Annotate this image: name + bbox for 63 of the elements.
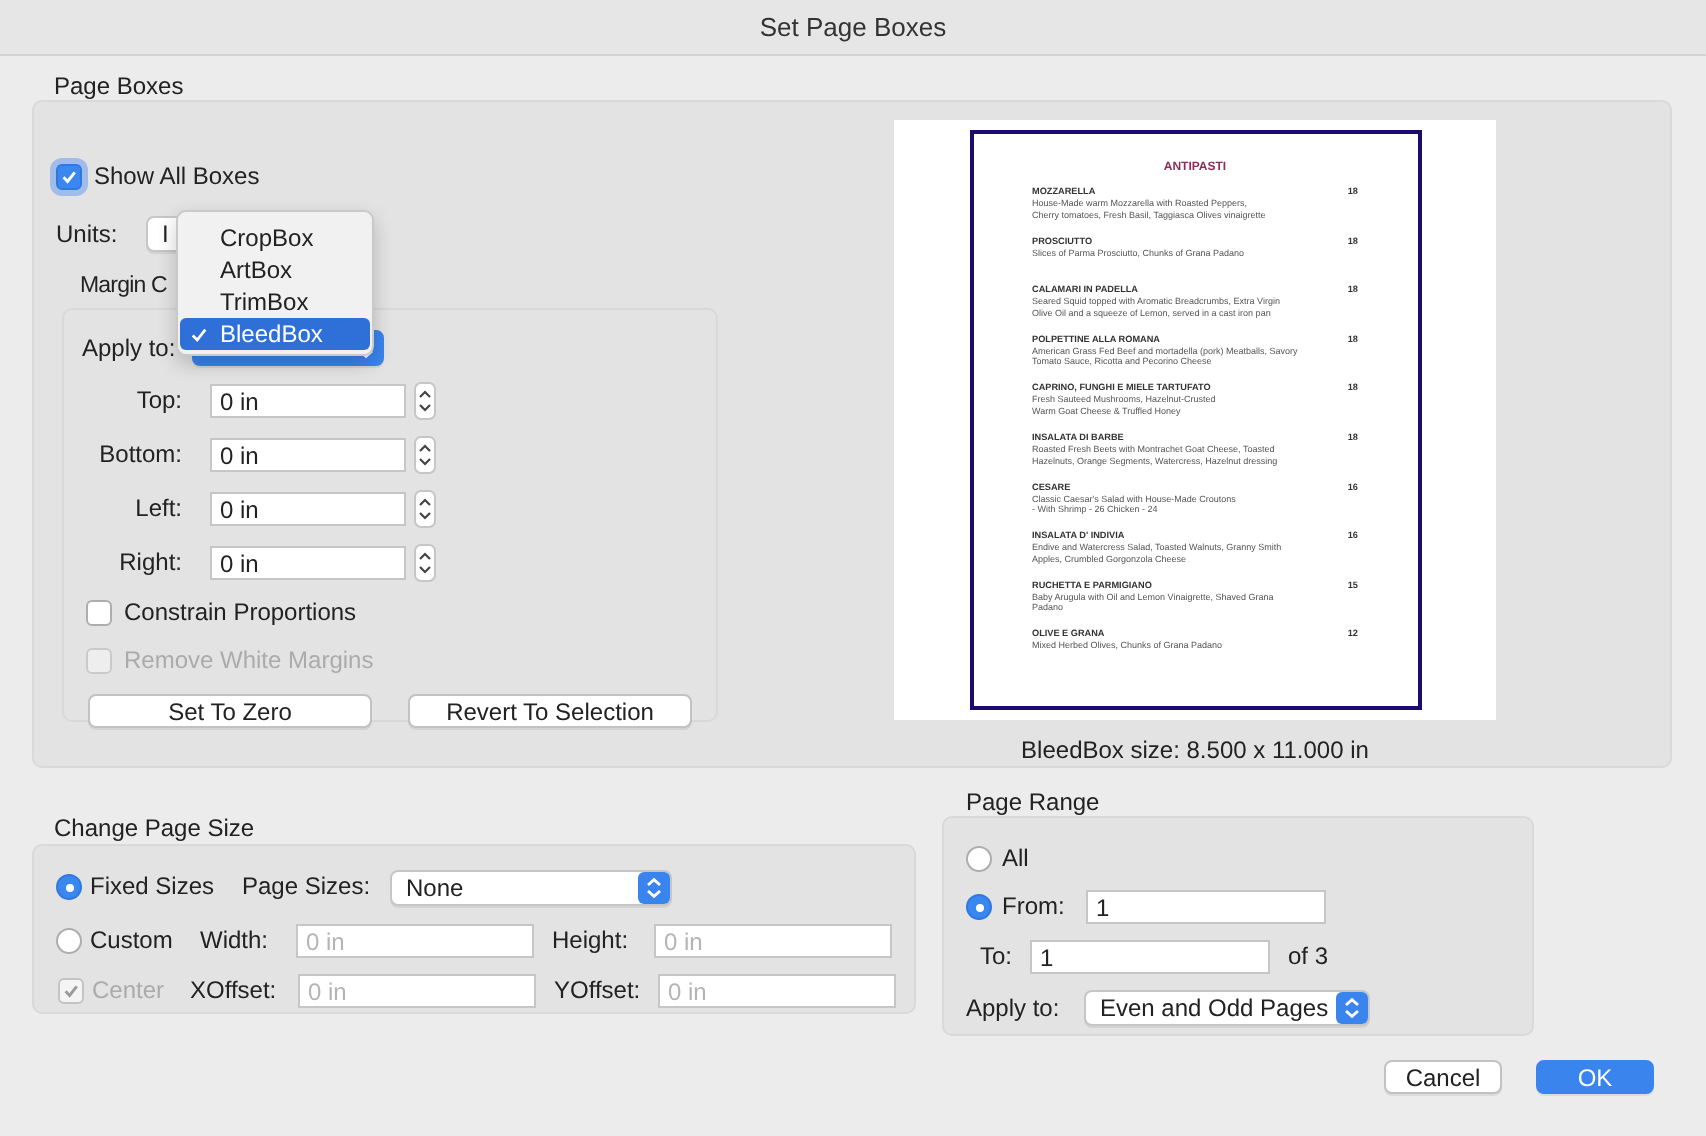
section-title: Page Boxes [52,70,186,100]
field-label: Height: [552,926,631,956]
field-label: Bottom: [97,440,182,470]
popup-arrows-icon [1336,992,1368,1024]
field-label: Apply to: [966,993,1062,1023]
radio-button[interactable] [56,928,82,954]
panel-button[interactable]: Revert To Selection [408,694,692,728]
yoffset-field[interactable]: 0 in [658,974,896,1008]
menu-item[interactable]: BleedBox [180,318,370,350]
width-field[interactable]: 0 in [296,924,534,958]
size-caption: BleedBox size: 8.500 x 11.000 in [1021,736,1369,766]
popup-arrows-icon [638,871,670,903]
margin-field[interactable]: 0 in [210,438,406,472]
radio-button[interactable] [56,874,82,900]
from-field[interactable]: 1 [1086,890,1326,924]
checkbox-label: Center [92,976,167,1006]
field-label: Left: [133,494,182,524]
to-field[interactable]: 1 [1030,940,1270,974]
apply-to-label: Apply to: [82,333,178,363]
dialog-button[interactable]: Cancel [1384,1060,1502,1094]
stepper-icon[interactable] [414,544,436,582]
margin-field[interactable]: 0 in [210,492,406,526]
checkbox-label: Constrain Proportions [124,598,357,628]
field-label: XOffset: [190,976,279,1006]
margin-field[interactable]: 0 in [210,546,406,580]
radio-button[interactable] [966,894,992,920]
section-title: Change Page Size [52,814,257,844]
menu-item[interactable]: CropBox [180,222,370,254]
menu-item[interactable]: ArtBox [180,254,370,286]
radio-label: From: [1002,892,1067,922]
field-label: Page Sizes: [242,872,373,902]
window-title: Set Page Boxes [759,12,947,42]
field-label: YOffset: [554,976,643,1006]
stepper-icon[interactable] [414,490,436,528]
radio-label: Custom [90,926,175,956]
checkmark-icon [60,168,78,186]
section-title: Page Range [964,790,1102,816]
margin-field[interactable]: 0 in [210,384,406,418]
field-label: Width: [200,926,271,956]
height-field[interactable]: 0 in [654,924,892,958]
checkmark-icon [190,326,208,344]
checkbox[interactable] [86,600,112,626]
checkbox[interactable] [56,164,82,190]
field-label: To: [980,942,1015,972]
page-sizes-popup[interactable]: None [390,869,672,905]
xoffset-field[interactable]: 0 in [298,974,536,1008]
checkbox-label: Show All Boxes [94,162,260,192]
radio-button[interactable] [966,845,992,871]
units-label: Units: [56,219,120,249]
panel-button[interactable]: Set To Zero [88,694,372,728]
field-label: Right: [117,548,182,578]
stepper-icon[interactable] [414,436,436,474]
radio-label: Fixed Sizes [90,872,217,902]
section-title: Margin C [80,272,167,300]
stepper-icon[interactable] [414,382,436,420]
menu-item[interactable]: TrimBox [180,286,370,318]
radio-label: All [1002,843,1029,873]
apply-to-popup[interactable]: Even and Odd Pages [1084,990,1370,1026]
checkmark-icon [62,982,80,1000]
dialog-button[interactable]: OK [1536,1060,1654,1094]
checkbox-label: Remove White Margins [124,646,374,676]
page-count: of 3 [1288,942,1329,972]
field-label: Top: [134,386,182,416]
